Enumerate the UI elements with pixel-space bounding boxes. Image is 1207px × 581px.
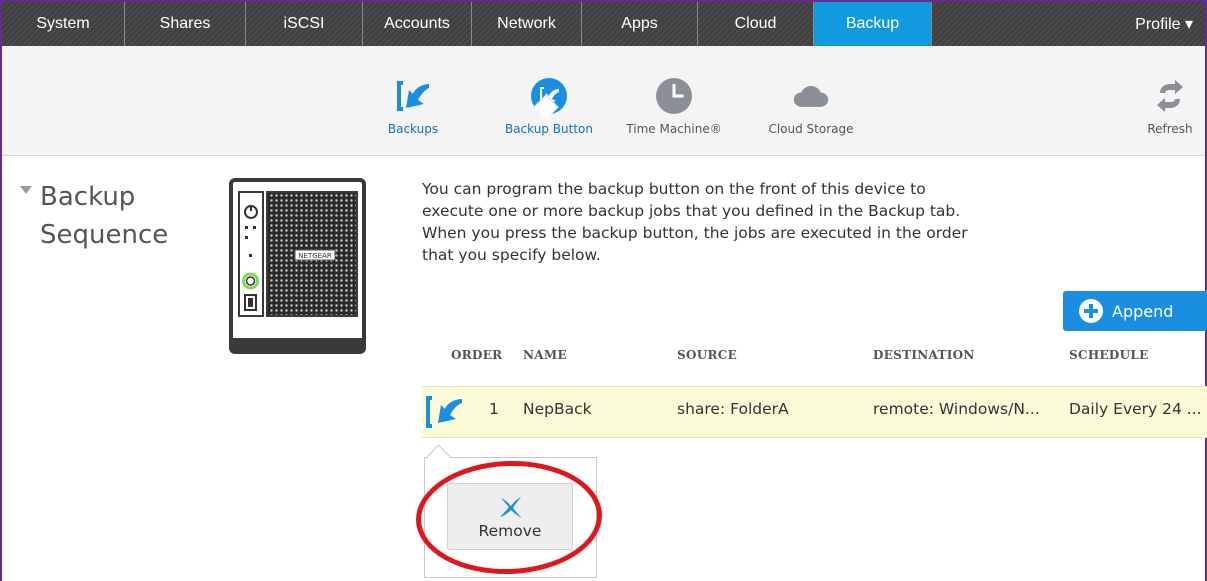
column-header-schedule: SCHEDULE: [1069, 348, 1149, 362]
clock-icon: [654, 76, 694, 116]
tab-network[interactable]: Network: [472, 2, 582, 46]
subnav-item-cloud-storage[interactable]: Cloud Storage: [757, 76, 865, 136]
nas-device-illustration: NETGEAR: [229, 178, 366, 354]
cloud-icon: [791, 76, 831, 116]
sub-nav: Backups Backup Button Time Machine® Clou…: [2, 46, 1205, 156]
column-header-destination: DESTINATION: [873, 348, 975, 362]
section-title-line2: Sequence: [40, 220, 169, 250]
cell-source: share: FolderA: [677, 400, 789, 418]
description-text: You can program the backup button on the…: [422, 180, 968, 264]
column-header-order: ORDER: [451, 348, 503, 362]
append-button[interactable]: Append: [1063, 291, 1207, 331]
cell-destination: remote: Windows/N...: [873, 400, 1040, 418]
section-title-line1: Backup: [40, 182, 136, 212]
tab-backup[interactable]: Backup: [814, 2, 932, 46]
svg-text:NETGEAR: NETGEAR: [298, 252, 332, 260]
tab-iscsi[interactable]: iSCSI: [246, 2, 363, 46]
tab-shares[interactable]: Shares: [125, 2, 246, 46]
cell-schedule: Daily Every 24 ...: [1069, 400, 1202, 418]
subnav-label-backup-button: Backup Button: [505, 122, 593, 136]
column-header-name: NAME: [523, 348, 567, 362]
cell-order: 1: [489, 400, 499, 418]
profile-menu[interactable]: Profile ▾: [1100, 2, 1205, 46]
tab-cloud[interactable]: Cloud: [698, 2, 814, 46]
tab-accounts[interactable]: Accounts: [363, 2, 472, 46]
top-nav: System Shares iSCSI Accounts Network App…: [2, 2, 1205, 46]
backup-arrow-icon: [393, 76, 433, 116]
plus-circle-icon: [1079, 299, 1103, 323]
subnav-label-time-machine: Time Machine®: [626, 122, 722, 136]
column-header-source: SOURCE: [677, 348, 738, 362]
backup-job-icon: [424, 394, 464, 434]
subnav-label-cloud-storage: Cloud Storage: [768, 122, 854, 136]
refresh-label: Refresh: [1147, 122, 1193, 136]
tab-apps[interactable]: Apps: [582, 2, 698, 46]
append-label: Append: [1112, 301, 1174, 321]
subnav-item-time-machine[interactable]: Time Machine®: [624, 76, 724, 136]
subnav-item-backups[interactable]: Backups: [382, 76, 444, 136]
subnav-label-backups: Backups: [387, 122, 439, 136]
refresh-button[interactable]: Refresh: [1140, 76, 1200, 136]
tab-system[interactable]: System: [2, 2, 125, 46]
cell-name: NepBack: [523, 400, 592, 418]
refresh-icon: [1150, 76, 1190, 116]
collapse-triangle-icon[interactable]: [20, 186, 32, 194]
